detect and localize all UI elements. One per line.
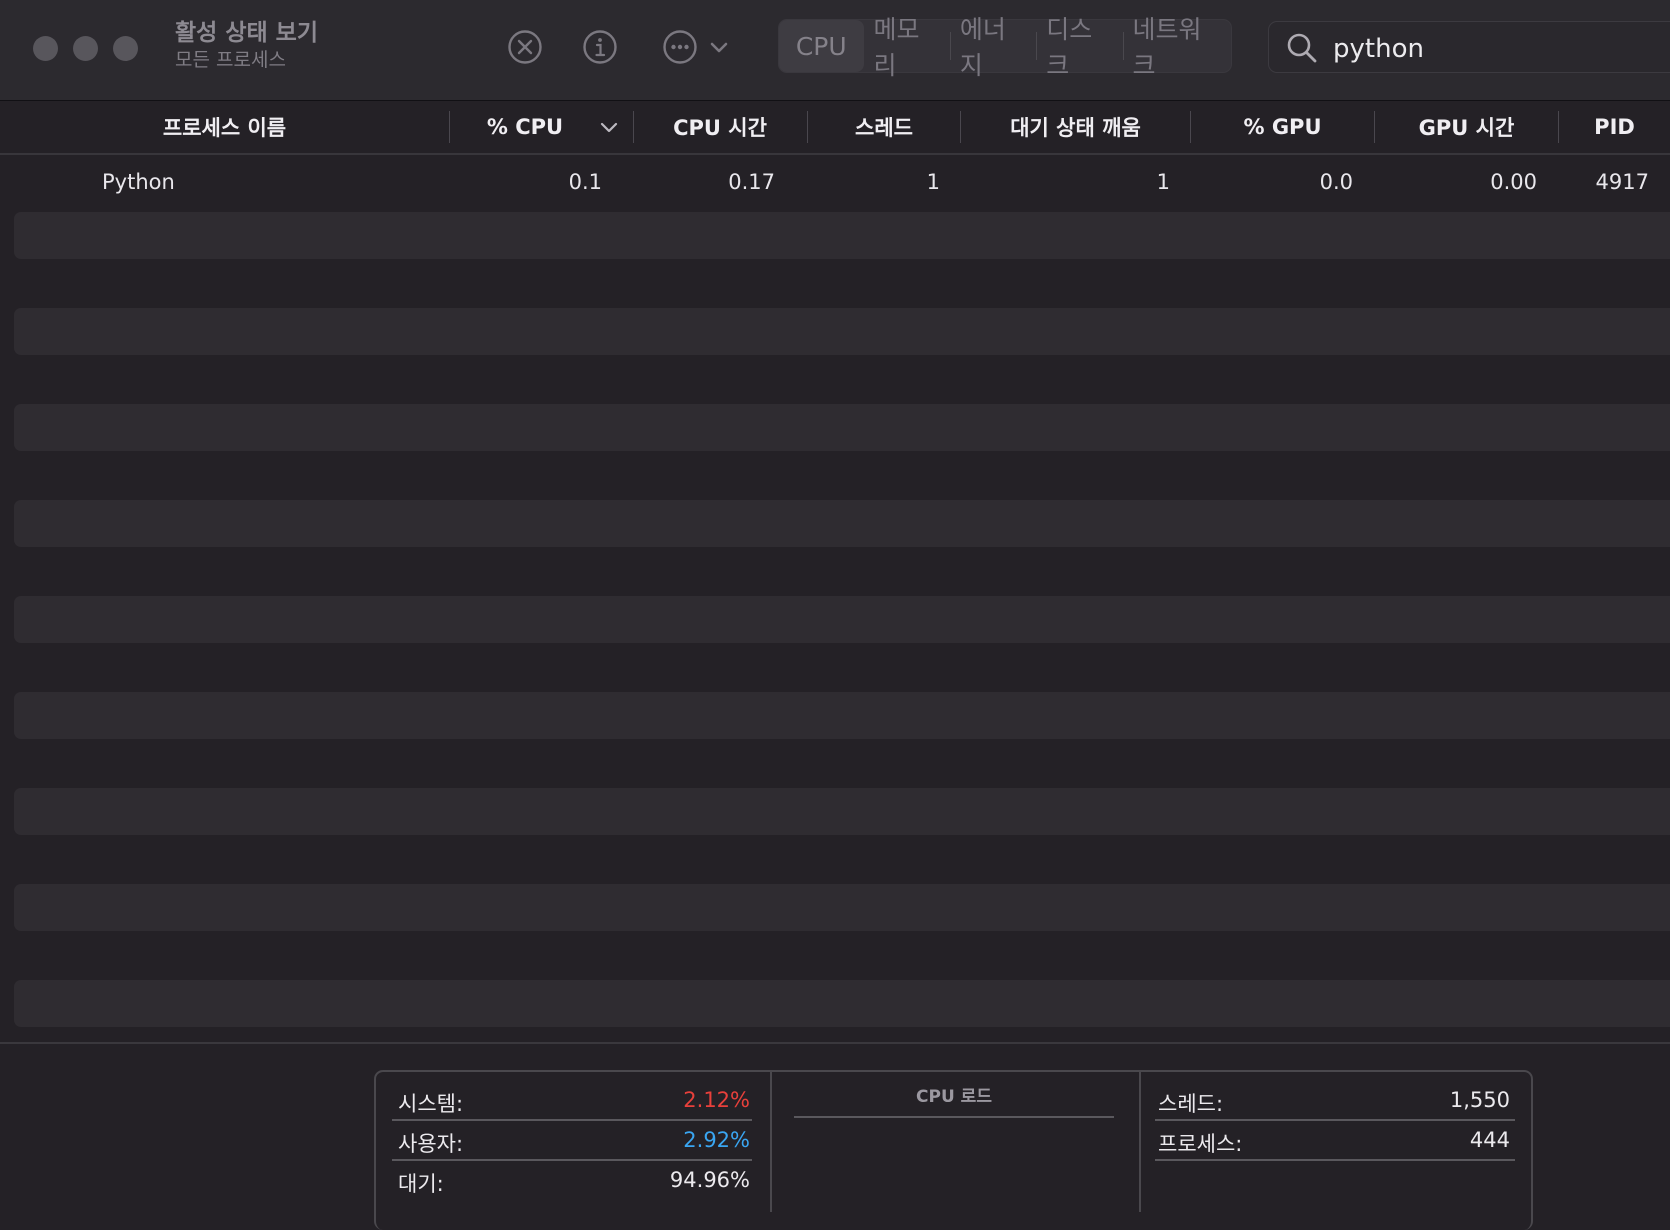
column-header-idle-wake-ups[interactable]: 대기 상태 깨움 [961,101,1190,153]
empty-row [14,308,1670,355]
info-circle-icon [583,30,617,64]
toolbar: 활성 상태 보기 모든 프로세스 CPU 메모리 에너지 디스크 네트워크 py… [0,0,1670,101]
zoom-window-button[interactable] [113,36,138,61]
search-input[interactable] [1331,29,1665,69]
search-icon [1285,31,1319,65]
stats-column-divider [770,1072,772,1212]
close-window-button[interactable] [33,36,58,61]
tab-network[interactable]: 네트워크 [1122,15,1231,80]
stat-system-label: 시스템: [398,1092,464,1116]
table-row[interactable]: Python 0.1 0.17 1 1 0.0 0.00 4917 [14,160,1670,207]
window-title-block: 활성 상태 보기 모든 프로세스 [175,18,318,72]
empty-row [14,788,1670,835]
stat-system: 시스템: 2.12% [398,1080,750,1120]
divider [1155,1159,1515,1161]
stat-threads: 스레드: 1,550 [1158,1080,1510,1120]
cell-threads: 1 [926,170,940,194]
cpu-summary-panel: 시스템: 2.12% 사용자: 2.92% 대기: 94.96% CPU 로드 … [0,1042,1670,1230]
table-header: 프로세스 이름 % CPU CPU 시간 스레드 대기 상태 깨움 % GPU … [0,101,1670,155]
stats-column-divider [1139,1072,1141,1212]
stat-threads-value: 1,550 [1449,1088,1510,1112]
search-field[interactable] [1268,21,1670,73]
cell-process-name: Python [102,170,175,194]
stat-idle-label: 대기: [398,1172,444,1196]
column-header-gpu-percent[interactable]: % GPU [1191,101,1374,153]
sort-descending-icon [600,120,618,134]
minimize-window-button[interactable] [73,36,98,61]
stat-processes: 프로세스: 444 [1158,1120,1510,1160]
tab-disk[interactable]: 디스크 [1036,15,1122,80]
stat-idle: 대기: 94.96% [398,1160,750,1200]
cell-cpu-percent: 0.1 [568,170,602,194]
empty-row [14,212,1670,259]
empty-row [14,500,1670,547]
cell-gpu-time: 0.00 [1490,170,1537,194]
column-header-gpu-time[interactable]: GPU 시간 [1375,101,1558,153]
inspect-process-button[interactable] [581,28,619,66]
ellipsis-circle-icon [663,30,697,64]
stop-process-button[interactable] [506,28,544,66]
cell-idle-wake-ups: 1 [1156,170,1170,194]
cpu-load-graph-baseline [794,1116,1114,1118]
x-circle-icon [508,30,542,64]
category-tabs: CPU 메모리 에너지 디스크 네트워크 [778,15,1232,80]
stat-idle-value: 94.96% [669,1168,750,1192]
cpu-load-title: CPU 로드 [916,1087,992,1107]
stat-threads-label: 스레드: [1158,1092,1224,1116]
tab-memory[interactable]: 메모리 [864,15,950,80]
empty-row [14,596,1670,643]
more-actions-dropdown[interactable] [708,38,730,56]
column-header-pid[interactable]: PID [1559,101,1670,153]
stat-user-label: 사용자: [398,1132,464,1156]
cell-cpu-time: 0.17 [728,170,775,194]
stat-user-value: 2.92% [683,1128,750,1152]
empty-row [14,980,1670,1027]
stat-processes-label: 프로세스: [1158,1132,1243,1156]
column-header-process-name[interactable]: 프로세스 이름 [0,101,449,153]
cell-gpu-percent: 0.0 [1319,170,1353,194]
app-title: 활성 상태 보기 [175,20,318,46]
chevron-down-icon [710,42,728,53]
column-header-threads[interactable]: 스레드 [808,101,960,153]
cell-pid: 4917 [1595,170,1649,194]
empty-row [14,692,1670,739]
column-header-cpu-percent[interactable]: % CPU [450,101,600,153]
app-subtitle: 모든 프로세스 [175,49,286,71]
stat-processes-value: 444 [1469,1128,1510,1152]
stat-system-value: 2.12% [683,1088,750,1112]
column-header-cpu-time[interactable]: CPU 시간 [634,101,806,153]
empty-row [14,884,1670,931]
empty-row [14,404,1670,451]
tab-energy[interactable]: 에너지 [949,15,1036,80]
more-actions-button[interactable] [661,28,699,66]
stat-user: 사용자: 2.92% [398,1120,750,1160]
tab-cpu[interactable]: CPU [779,20,864,72]
